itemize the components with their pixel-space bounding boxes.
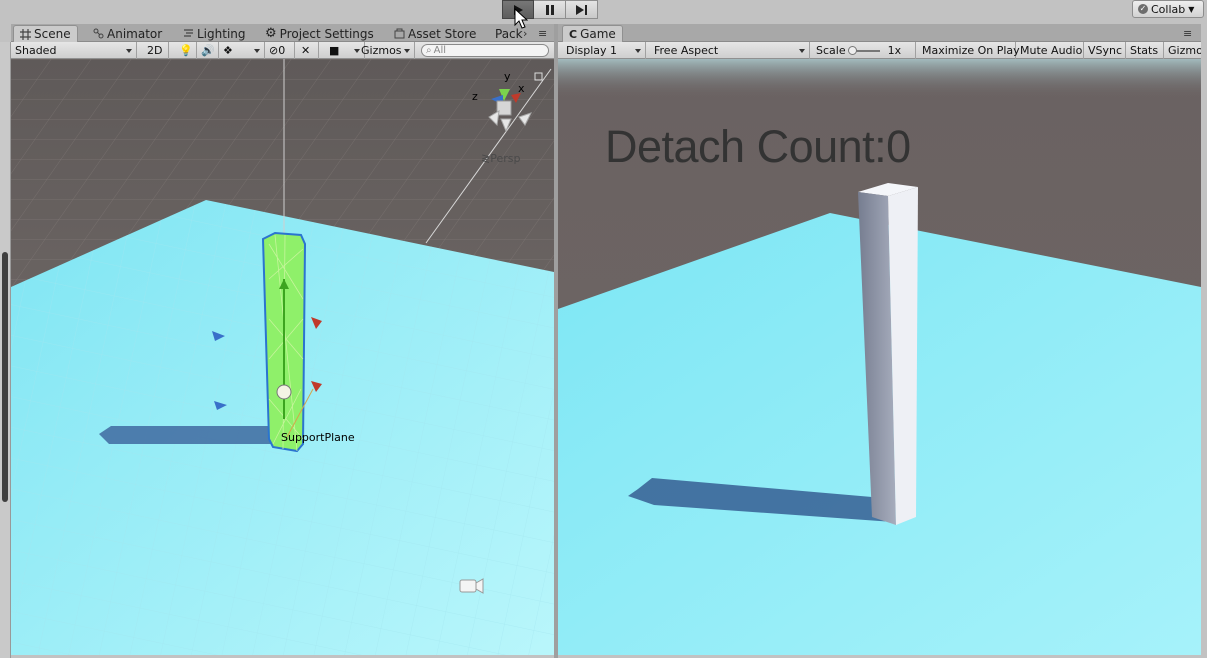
effects-icon: ❖ bbox=[223, 44, 233, 57]
eye-slash-icon: ⊘ bbox=[269, 44, 279, 57]
pause-button[interactable] bbox=[534, 0, 566, 19]
tab-scene-label: Scene bbox=[34, 27, 71, 41]
game-gizmos-dropdown[interactable]: Gizmo bbox=[1164, 42, 1201, 59]
stats-toggle[interactable]: Stats bbox=[1126, 42, 1164, 59]
search-icon: ⌕ bbox=[426, 45, 432, 56]
object-shadow bbox=[99, 426, 283, 444]
collab-dropdown[interactable]: ✓ Collab ▼ bbox=[1132, 0, 1204, 18]
top-toolbar: ✓ Collab ▼ bbox=[0, 0, 1207, 22]
hidden-count: 0 bbox=[278, 44, 286, 57]
step-icon bbox=[575, 4, 587, 15]
game-icon: C bbox=[569, 27, 578, 41]
projection-text: Persp bbox=[490, 152, 521, 165]
game-gizmos-label: Gizmo bbox=[1168, 44, 1201, 57]
selected-pillar[interactable] bbox=[261, 231, 307, 453]
slider-thumb[interactable] bbox=[847, 45, 857, 55]
object-name-label: SupportPlane bbox=[281, 431, 355, 444]
scale-label: Scale bbox=[816, 44, 846, 57]
display-label: Display 1 bbox=[566, 44, 618, 57]
tab-game[interactable]: C Game bbox=[562, 25, 623, 42]
audio-toggle[interactable]: 🔊 bbox=[197, 42, 219, 59]
scene-render bbox=[11, 59, 554, 655]
tab-lighting-label: Lighting bbox=[197, 26, 246, 41]
animator-icon bbox=[93, 28, 104, 39]
mute-label: Mute Audio bbox=[1020, 44, 1083, 57]
game-tab-menu-icon[interactable]: ≡ bbox=[1183, 27, 1192, 40]
camera-icon: ■ bbox=[329, 44, 340, 57]
tab-project-settings[interactable]: ⚙ Project Settings bbox=[259, 25, 380, 42]
scene-search-input[interactable]: ⌕ All bbox=[421, 44, 549, 57]
tab-game-label: Game bbox=[580, 27, 616, 41]
pause-icon bbox=[545, 4, 554, 15]
tab-menu-icon[interactable]: ≡ bbox=[538, 27, 547, 40]
tab-lighting[interactable]: Lighting bbox=[177, 25, 252, 42]
maximize-on-play-toggle[interactable]: Maximize On Play bbox=[918, 42, 1020, 59]
game-tabstrip: C Game ≡ bbox=[558, 24, 1201, 42]
axis-x-label: x bbox=[518, 82, 525, 95]
scale-slider[interactable]: Scale 1x bbox=[812, 42, 916, 59]
gizmos-dropdown[interactable]: Gizmos bbox=[357, 42, 415, 59]
vsync-toggle[interactable]: VSync bbox=[1084, 42, 1126, 59]
lighting-toggle[interactable]: 💡 bbox=[175, 42, 197, 59]
projection-label[interactable]: ≷Persp bbox=[481, 152, 520, 165]
mute-audio-toggle[interactable]: Mute Audio bbox=[1016, 42, 1084, 59]
gear-icon: ⚙ bbox=[265, 26, 277, 41]
detach-count-text: Detach Count:0 bbox=[605, 121, 911, 172]
slider-track[interactable] bbox=[847, 45, 880, 55]
tab-asset-store-label: Asset Store bbox=[408, 26, 477, 41]
lighting-icon bbox=[184, 29, 193, 37]
light-gizmo-icon bbox=[276, 384, 292, 400]
stats-label: Stats bbox=[1130, 44, 1159, 57]
tab-animator[interactable]: Animator bbox=[87, 25, 168, 42]
step-button[interactable] bbox=[566, 0, 598, 19]
perspective-icon: ≷ bbox=[481, 152, 491, 165]
shading-label: Shaded bbox=[15, 44, 57, 57]
store-icon bbox=[394, 28, 405, 39]
left-panel-edge bbox=[0, 42, 11, 658]
game-toolbar: Display 1 Free Aspect Scale 1x Maximize … bbox=[558, 42, 1201, 59]
shading-dropdown[interactable]: Shaded bbox=[11, 42, 137, 59]
aspect-dropdown[interactable]: Free Aspect bbox=[650, 42, 810, 59]
axis-y-label: y bbox=[504, 70, 511, 83]
tools-toggle[interactable]: ✕ bbox=[297, 42, 319, 59]
game-viewport[interactable]: Detach Count:0 bbox=[558, 59, 1201, 655]
scene-tabstrip: Scene Animator Lighting ⚙ Project Settin… bbox=[11, 24, 554, 42]
scrollbar-handle[interactable] bbox=[2, 252, 8, 502]
lightbulb-icon: 💡 bbox=[179, 44, 193, 57]
hidden-objects-toggle[interactable]: ⊘ 0 bbox=[265, 42, 295, 59]
maximize-label: Maximize On Play bbox=[922, 44, 1020, 57]
scene-toolbar: Shaded 2D 💡 🔊 ❖ ⊘ 0 ✕ ■ Gizmos ⌕ All bbox=[11, 42, 554, 59]
camera-gizmo-icon[interactable] bbox=[459, 578, 484, 594]
display-dropdown[interactable]: Display 1 bbox=[562, 42, 646, 59]
tab-scene[interactable]: Scene bbox=[13, 25, 78, 42]
tab-asset-store[interactable]: Asset Store bbox=[388, 25, 482, 42]
effects-dropdown[interactable]: ❖ bbox=[219, 42, 265, 59]
check-icon: ✓ bbox=[1138, 4, 1148, 14]
mouse-cursor-icon bbox=[514, 8, 528, 29]
vsync-label: VSync bbox=[1088, 44, 1123, 57]
speaker-icon: 🔊 bbox=[201, 44, 215, 57]
tab-project-settings-label: Project Settings bbox=[279, 26, 374, 41]
axis-z-label: z bbox=[472, 90, 478, 103]
aspect-label: Free Aspect bbox=[654, 44, 719, 57]
scene-viewport[interactable]: y z x ≷Persp SupportPlane bbox=[11, 59, 554, 655]
tools-icon: ✕ bbox=[301, 44, 311, 57]
chevron-down-icon: ▼ bbox=[1188, 4, 1195, 14]
2d-label: 2D bbox=[147, 44, 163, 57]
search-placeholder: All bbox=[433, 45, 447, 56]
2d-toggle[interactable]: 2D bbox=[143, 42, 169, 59]
scale-value: 1x bbox=[887, 44, 902, 57]
collab-label: Collab bbox=[1151, 2, 1186, 16]
tab-animator-label: Animator bbox=[107, 26, 163, 41]
grid-icon bbox=[20, 28, 31, 40]
gizmos-label: Gizmos bbox=[361, 44, 402, 57]
